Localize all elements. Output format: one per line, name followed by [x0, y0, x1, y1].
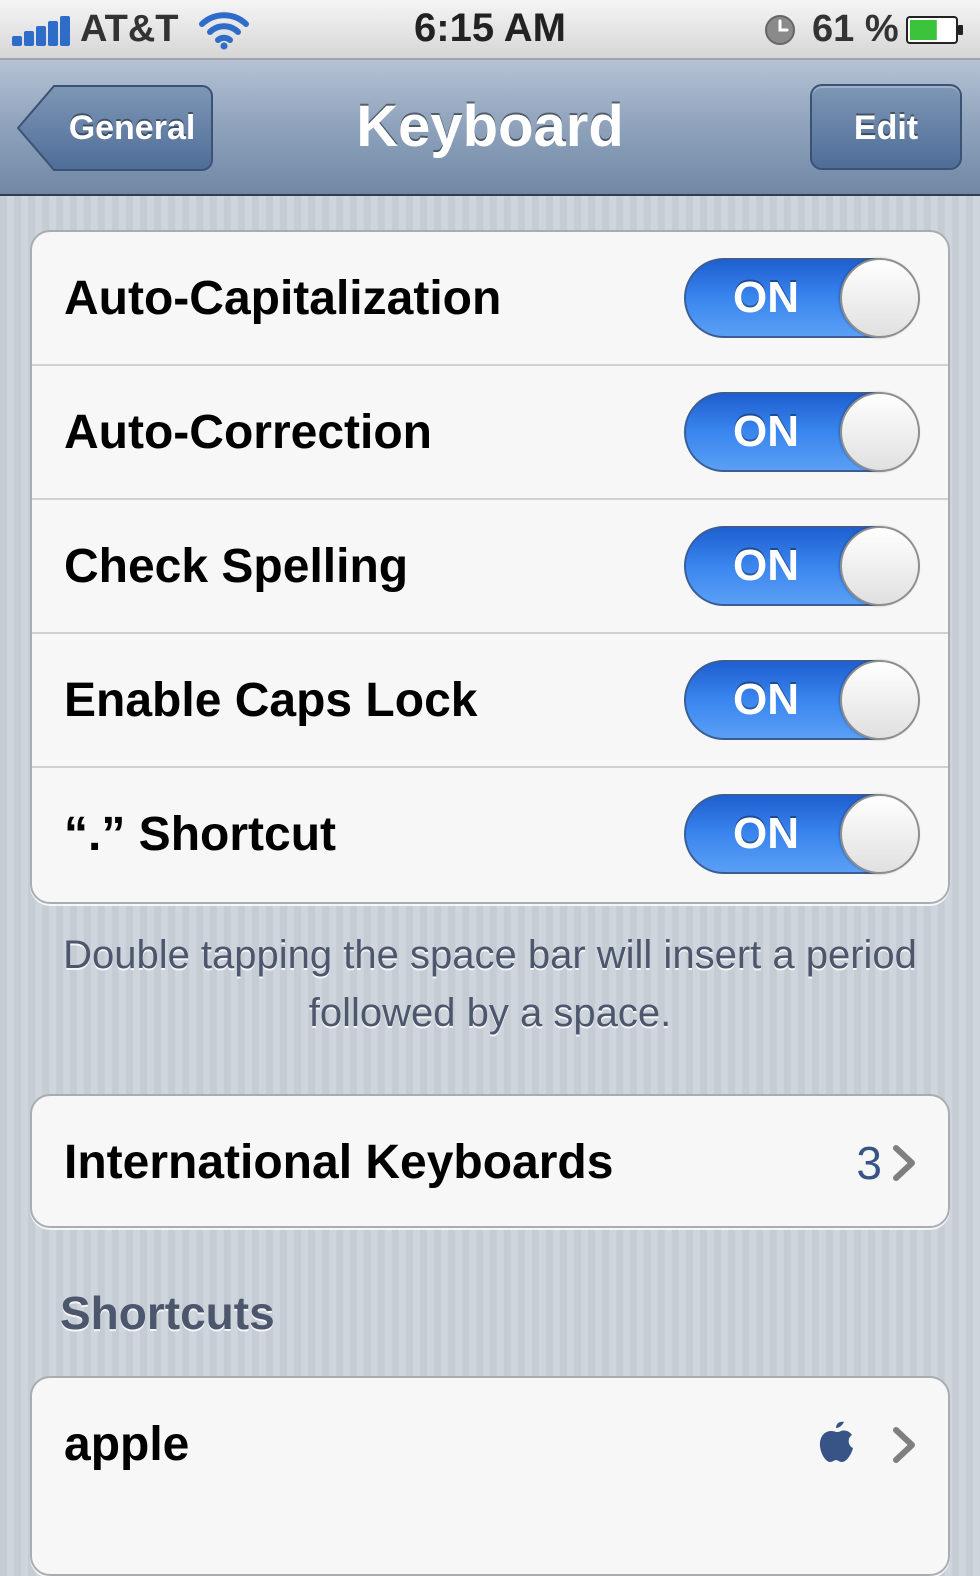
setting-row-auto-correction: Auto-Correction ON	[32, 366, 948, 500]
setting-label: Auto-Correction	[64, 406, 432, 459]
switch-state-text: ON	[733, 407, 799, 456]
switch-state-text: ON	[733, 809, 799, 858]
keyboard-toggle-group: Auto-Capitalization ON Auto-Correction O…	[30, 230, 950, 904]
status-bar: AT&T 6:15 AM 61 %	[0, 0, 980, 60]
switch-knob	[840, 258, 920, 338]
signal-strength-icon	[12, 14, 72, 46]
chevron-right-icon	[893, 1427, 915, 1463]
shortcut-label: apple	[64, 1418, 190, 1471]
international-keyboards-label: International Keyboards	[64, 1136, 614, 1189]
back-button-general[interactable]: General	[16, 84, 214, 172]
setting-label: “.” Shortcut	[64, 808, 336, 861]
chevron-right-icon	[893, 1145, 915, 1181]
page-title: Keyboard	[356, 94, 624, 159]
battery-percentage: 61 %	[812, 8, 899, 50]
switch-state-text: ON	[733, 541, 799, 590]
wifi-icon	[199, 12, 249, 50]
international-keyboards-row[interactable]: International Keyboards 3	[32, 1096, 948, 1226]
back-button-label: General	[68, 109, 196, 147]
enable-caps-lock-switch[interactable]: ON	[684, 660, 920, 740]
period-shortcut-footer-note: Double tapping the space bar will insert…	[63, 933, 917, 1035]
international-keyboards-group: International Keyboards 3	[30, 1094, 950, 1228]
navigation-bar: General Keyboard Edit	[0, 60, 980, 196]
shortcuts-section-header: Shortcuts	[60, 1287, 275, 1339]
setting-row-enable-caps-lock: Enable Caps Lock ON	[32, 634, 948, 768]
auto-correction-switch[interactable]: ON	[684, 392, 920, 472]
battery-icon	[906, 16, 963, 44]
auto-capitalization-switch[interactable]: ON	[684, 258, 920, 338]
edit-button[interactable]: Edit	[810, 84, 962, 170]
switch-knob	[840, 660, 920, 740]
setting-label: Check Spelling	[64, 540, 409, 593]
period-shortcut-switch[interactable]: ON	[684, 794, 920, 874]
shortcuts-group: apple	[30, 1376, 950, 1576]
switch-state-text: ON	[733, 273, 799, 322]
shortcut-row-apple[interactable]: apple	[32, 1378, 948, 1512]
alarm-clock-icon	[765, 15, 795, 45]
international-keyboards-count: 3	[856, 1137, 882, 1189]
switch-knob	[840, 794, 920, 874]
apple-logo-icon	[819, 1421, 853, 1462]
setting-row-check-spelling: Check Spelling ON	[32, 500, 948, 634]
setting-row-period-shortcut: “.” Shortcut ON	[32, 768, 948, 902]
setting-label: Enable Caps Lock	[64, 674, 478, 727]
switch-state-text: ON	[733, 675, 799, 724]
carrier-name: AT&T	[80, 8, 179, 50]
switch-knob	[840, 526, 920, 606]
setting-label: Auto-Capitalization	[64, 272, 502, 325]
switch-knob	[840, 392, 920, 472]
setting-row-auto-capitalization: Auto-Capitalization ON	[32, 232, 948, 366]
check-spelling-switch[interactable]: ON	[684, 526, 920, 606]
